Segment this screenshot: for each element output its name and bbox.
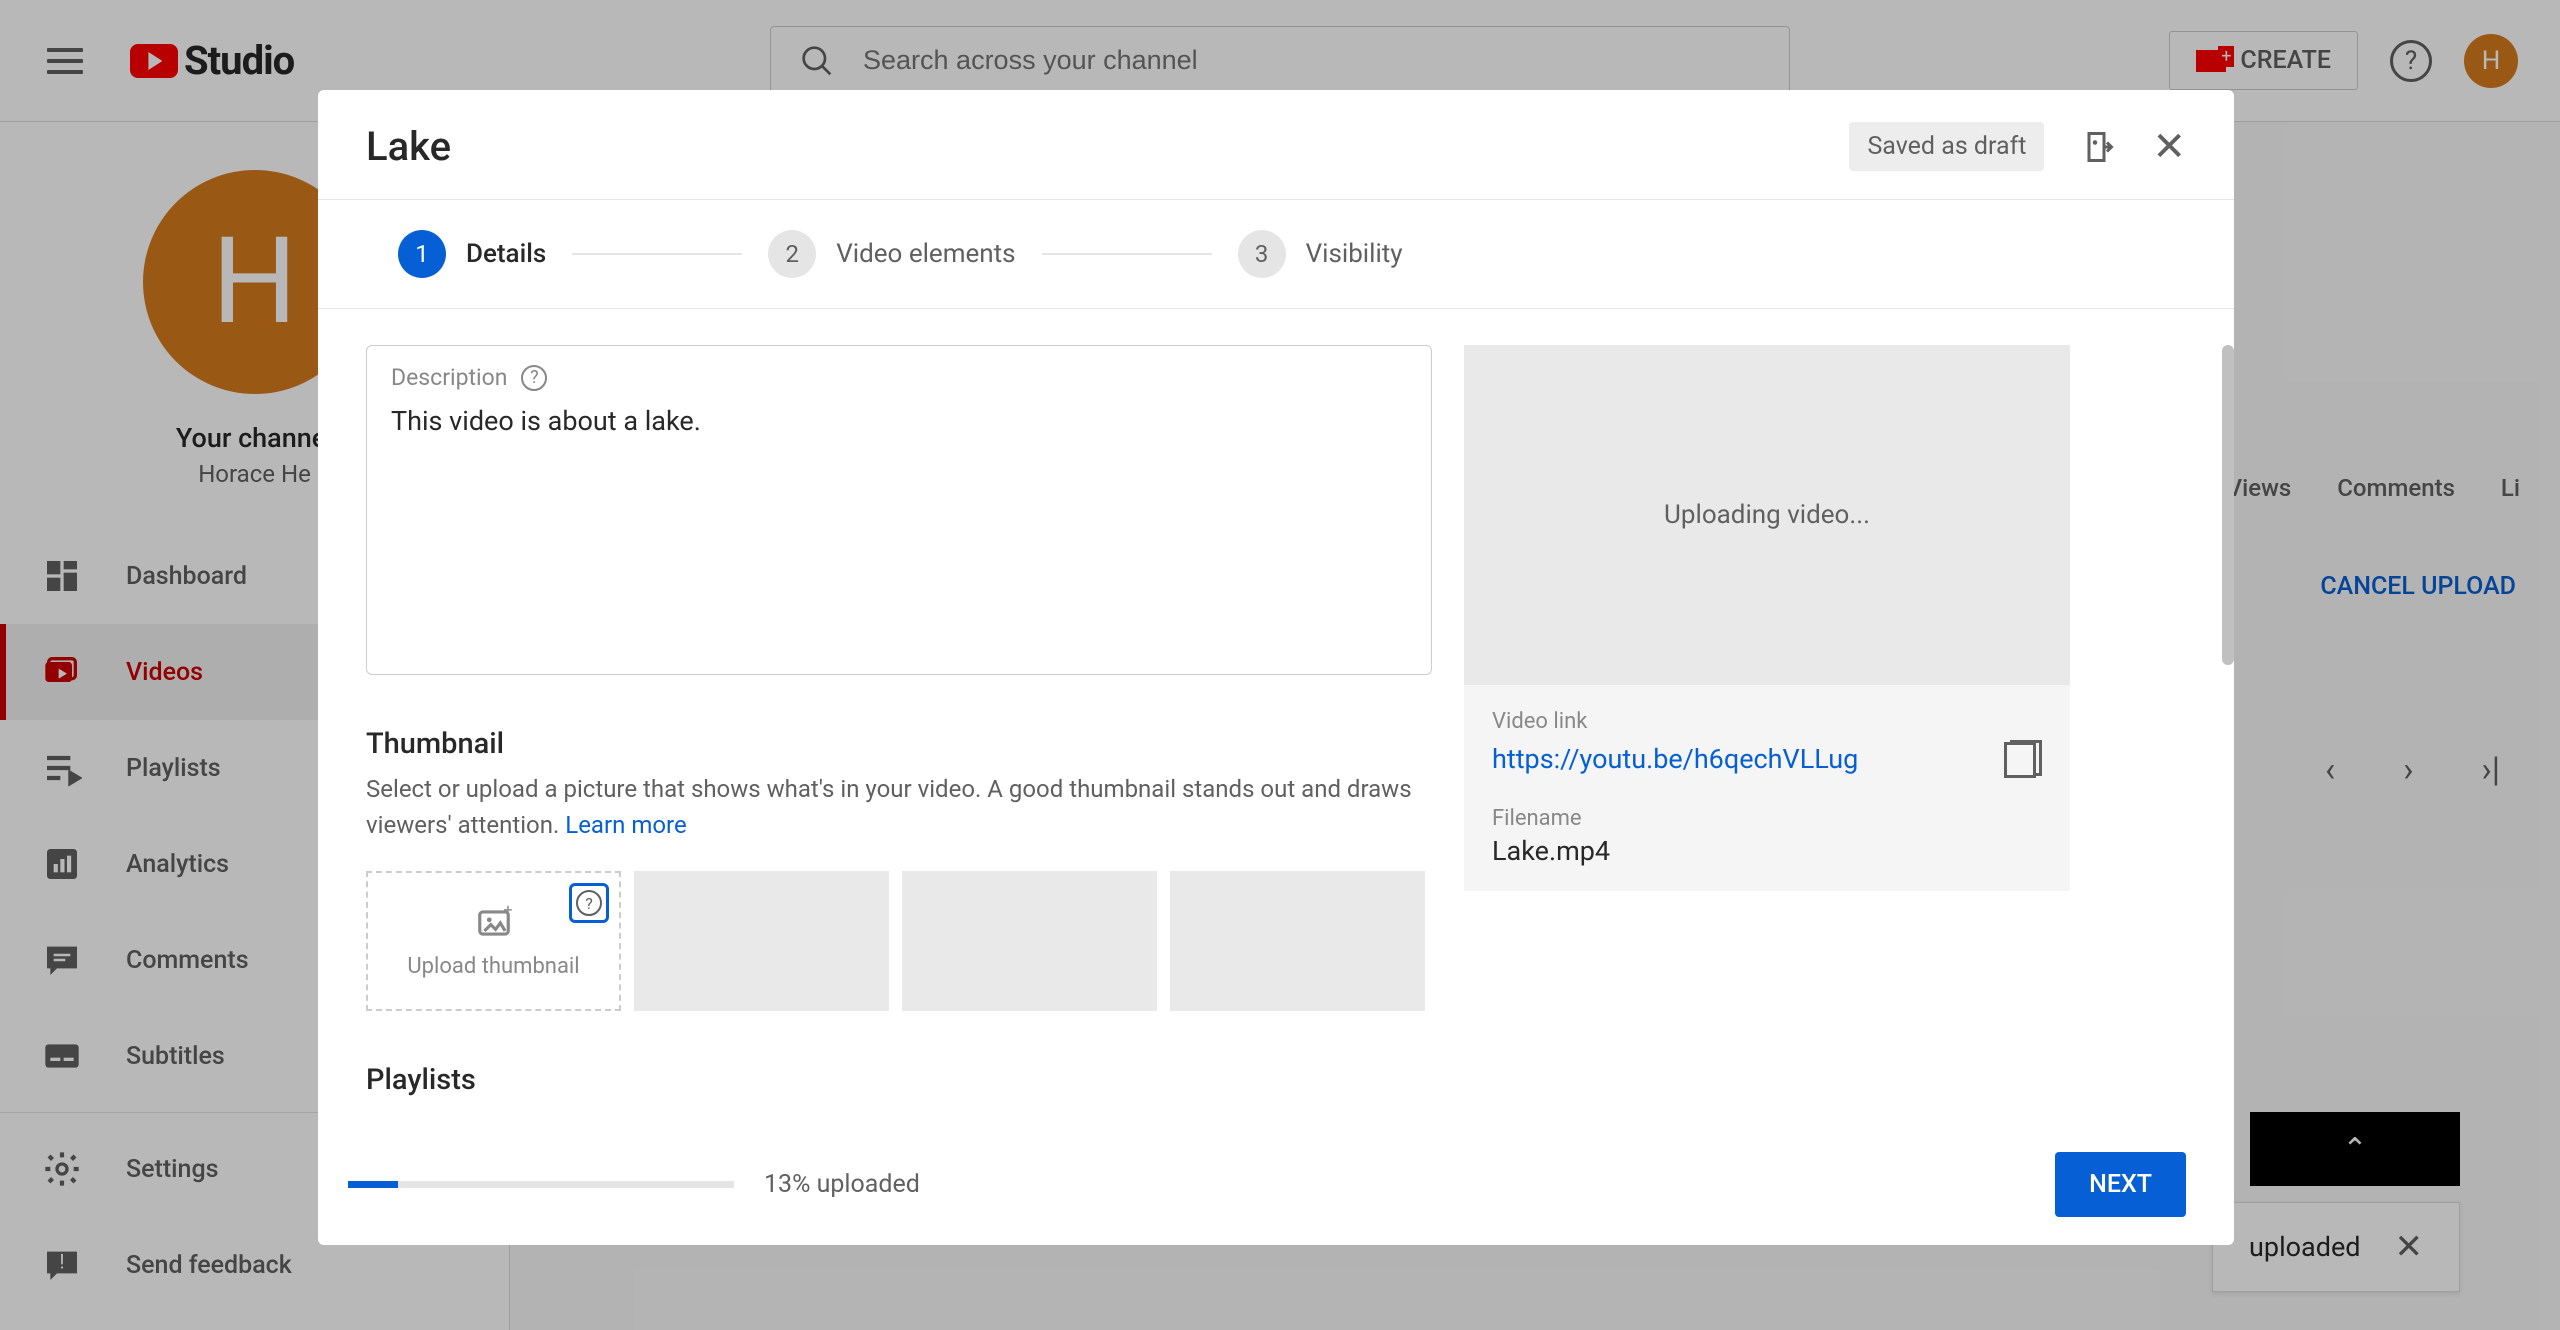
modal-header: Lake Saved as draft ✕ — [318, 90, 2234, 200]
thumbnail-help-button[interactable]: ? — [569, 883, 609, 923]
learn-more-link[interactable]: Learn more — [565, 811, 686, 839]
progress-text: 13% uploaded — [764, 1170, 920, 1199]
help-icon[interactable]: ? — [521, 365, 547, 391]
thumbnail-option[interactable] — [902, 871, 1157, 1011]
step-label: Details — [466, 239, 546, 269]
filename-section: Filename Lake.mp4 — [1492, 806, 2042, 867]
filename-value: Lake.mp4 — [1492, 835, 2042, 867]
upload-progress-bar — [348, 1181, 734, 1188]
thumbnail-row: ? + Upload thumbnail — [366, 871, 1432, 1011]
modal-header-actions: Saved as draft ✕ — [1849, 122, 2186, 171]
exit-door-icon[interactable] — [2080, 129, 2116, 165]
playlists-title: Playlists — [366, 1063, 1432, 1097]
description-field[interactable]: Description ? This video is about a lake… — [366, 345, 1432, 675]
upload-modal: Lake Saved as draft ✕ 1 Details 2 Video … — [318, 90, 2234, 1245]
step-visibility[interactable]: 3 Visibility — [1238, 230, 1403, 278]
upload-thumbnail-button[interactable]: ? + Upload thumbnail — [366, 871, 621, 1011]
close-icon[interactable]: ✕ — [2152, 123, 2186, 170]
video-link-label: Video link — [1492, 709, 2042, 734]
copy-icon[interactable] — [2004, 740, 2042, 778]
modal-footer: 13% uploaded NEXT — [318, 1134, 2234, 1245]
step-connector — [572, 253, 742, 255]
step-details[interactable]: 1 Details — [398, 230, 546, 278]
save-status-badge: Saved as draft — [1849, 122, 2044, 171]
description-value: This video is about a lake. — [391, 405, 1407, 437]
modal-title: Lake — [366, 123, 451, 170]
help-icon: ? — [576, 890, 602, 916]
next-button[interactable]: NEXT — [2055, 1152, 2186, 1217]
add-image-icon: + — [475, 904, 513, 942]
scrollbar[interactable] — [2222, 345, 2234, 665]
step-video-elements[interactable]: 2 Video elements — [768, 230, 1015, 278]
step-label: Video elements — [836, 239, 1015, 269]
upload-thumbnail-label: Upload thumbnail — [407, 954, 579, 979]
thumbnail-option[interactable] — [634, 871, 889, 1011]
thumbnail-option[interactable] — [1170, 871, 1425, 1011]
video-link-section: Video link https://youtu.be/h6qechVLLug … — [1464, 685, 2070, 891]
svg-text:+: + — [503, 904, 512, 919]
step-connector — [1042, 253, 1212, 255]
description-label-row: Description ? — [391, 364, 1407, 391]
video-link[interactable]: https://youtu.be/h6qechVLLug — [1492, 743, 1858, 775]
progress-fill — [348, 1181, 398, 1188]
step-number: 2 — [768, 230, 816, 278]
filename-label: Filename — [1492, 806, 2042, 831]
video-preview: Uploading video... — [1464, 345, 2070, 685]
step-number: 1 — [398, 230, 446, 278]
step-number: 3 — [1238, 230, 1286, 278]
right-column: Uploading video... Video link https://yo… — [1464, 345, 2070, 1134]
step-label: Visibility — [1306, 239, 1403, 269]
modal-body: Description ? This video is about a lake… — [318, 309, 2234, 1134]
thumbnail-title: Thumbnail — [366, 727, 1432, 761]
description-label: Description — [391, 364, 507, 391]
video-link-row: https://youtu.be/h6qechVLLug — [1492, 740, 2042, 778]
left-column: Description ? This video is about a lake… — [366, 345, 1432, 1134]
stepper: 1 Details 2 Video elements 3 Visibility — [318, 200, 2234, 309]
thumbnail-desc: Select or upload a picture that shows wh… — [366, 771, 1416, 843]
